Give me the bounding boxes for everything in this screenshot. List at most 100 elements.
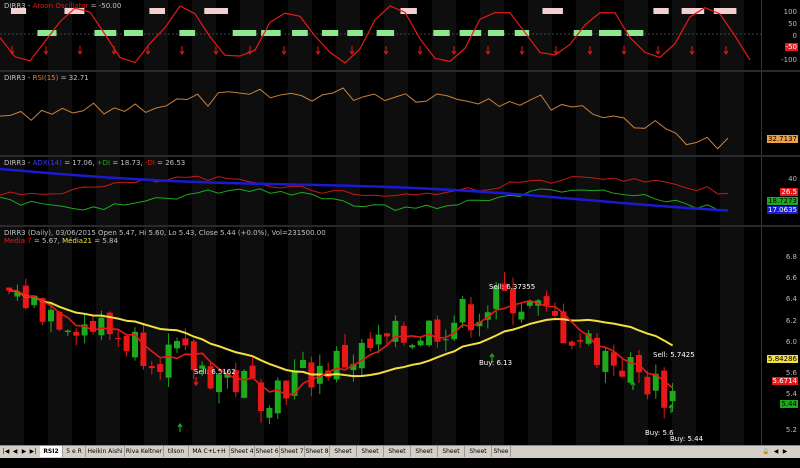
sheet-tab[interactable]: Sheet 11: [384, 446, 411, 466]
aroon-band-marker: [681, 8, 705, 14]
price-tick: 6.2: [785, 317, 797, 325]
next-sheet-icon[interactable]: ▶: [20, 447, 28, 456]
rsi-title-symbol: DIRR3 -: [4, 74, 33, 82]
candle-body: [543, 296, 550, 306]
candle-body: [459, 298, 466, 323]
aroon-title: DIRR3 - Aroon Oscillator = -50.00: [4, 2, 121, 10]
sheet-tab[interactable]: Sheet 6: [255, 446, 280, 457]
aroon-title-value: = -50.00: [88, 2, 122, 10]
aroon-title-indicator: Aroon Oscillator: [32, 2, 89, 10]
adx-tag-mdi: 26.5: [780, 188, 798, 196]
annotation-buy: Buy: 5.44: [670, 435, 704, 443]
scroll-left-icon[interactable]: ◀: [772, 447, 780, 456]
sell-arrow: [553, 46, 559, 55]
candle-body: [610, 352, 617, 366]
candle-body: [274, 380, 281, 414]
sheet-tab[interactable]: Sheet 4: [230, 446, 255, 457]
background-band: [528, 72, 552, 155]
sheet-tab[interactable]: 5 e R: [63, 446, 86, 457]
background-band: [0, 157, 24, 225]
sheet-tab[interactable]: Sheet 13: [357, 446, 384, 466]
price-pane[interactable]: DIRR3 (Daily), 03/06/2015 Open 5.47, Hi …: [0, 227, 800, 445]
sheet-tab[interactable]: Sheet 15: [438, 446, 465, 466]
sheet-tab[interactable]: Sheet 14: [411, 446, 438, 466]
sell-arrow: [281, 46, 287, 55]
candle-body: [157, 364, 164, 372]
candle-body: [568, 341, 575, 346]
adx-pane[interactable]: DIRR3 - ADX(14) = 17.06, +DI = 18.73, -D…: [0, 157, 800, 225]
background-band: [288, 157, 312, 225]
background-band: [0, 227, 24, 445]
candle-body: [140, 332, 147, 367]
aroon-band-marker: [542, 8, 563, 14]
candle-body: [384, 333, 390, 337]
background-band: [720, 227, 744, 445]
candle-body: [300, 359, 306, 369]
background-band: [432, 72, 456, 155]
sheet-tab[interactable]: Sheet 14: [465, 446, 492, 466]
adx-title-mdi: -DI: [144, 159, 155, 167]
background-band: [480, 227, 504, 445]
last-sheet-icon[interactable]: ▶|: [29, 447, 37, 456]
adx-title-pdi: +DI: [96, 159, 111, 167]
aroon-band-marker: [292, 30, 308, 36]
aroon-value-tag: -50: [784, 43, 798, 51]
aroon-band-marker: [487, 30, 505, 36]
price-title-ohlc: DIRR3 (Daily), 03/06/2015 Open 5.47, Hi …: [4, 229, 326, 237]
candle-body: [165, 344, 172, 378]
candle-body: [619, 370, 626, 377]
candle-body: [577, 340, 584, 342]
background-band: [144, 227, 168, 445]
sheet-tab[interactable]: MA C+L+H: [189, 446, 230, 457]
sheet-tab[interactable]: Riva Keltner: [125, 446, 164, 457]
sheet-tab[interactable]: Sheet 8: [305, 446, 330, 457]
background-band: [96, 157, 120, 225]
aroon-pane[interactable]: DIRR3 - Aroon Oscillator = -50.00 100 50…: [0, 0, 800, 70]
buy-arrow: [177, 422, 183, 432]
rsi-pane[interactable]: DIRR3 - RSI(15) = 32.71 32.7137: [0, 72, 800, 155]
candle-body: [375, 334, 382, 345]
aroon-band-marker: [653, 8, 669, 14]
candle-body: [669, 390, 676, 402]
candle-body: [602, 350, 609, 372]
annotation-sell: Sell: 6.37355: [489, 283, 536, 291]
candle-body: [241, 370, 248, 398]
background-band: [96, 72, 120, 155]
sheet-tab[interactable]: Shee: [492, 446, 511, 457]
aroon-band-marker: [376, 30, 395, 36]
adx-title-pdi-value: = 18.73,: [110, 159, 145, 167]
scroll-right-icon[interactable]: ▶: [781, 447, 789, 456]
sell-arrow: [655, 46, 661, 55]
sheet-tab[interactable]: Sheet 7: [280, 446, 305, 457]
adx-tick: 40: [788, 175, 797, 183]
rsi-title: DIRR3 - RSI(15) = 32.71: [4, 74, 89, 82]
first-sheet-icon[interactable]: |◀: [2, 447, 10, 456]
lock-icon[interactable]: 🔒: [762, 447, 770, 456]
candle-body: [123, 335, 130, 352]
price-axis: 6.8 6.6 6.4 6.2 6.0 5.84286 5.6 5.6714 5…: [761, 227, 800, 445]
candle-body: [644, 376, 651, 395]
sheet-tab[interactable]: tilson: [164, 446, 189, 457]
background-band: [48, 227, 72, 445]
candle-body: [266, 408, 273, 418]
candle-body: [342, 344, 348, 368]
sheet-tab[interactable]: RSI2: [40, 446, 63, 457]
annotation-sell: Sell: 6.5162: [194, 368, 236, 376]
sheet-tab[interactable]: Sheet 10: [330, 446, 357, 466]
candle-body: [367, 338, 374, 348]
adx-title-symbol: DIRR3 -: [4, 159, 33, 167]
ma7-value-tag: 5.6714: [771, 377, 798, 385]
sell-arrow: [179, 46, 185, 55]
sell-arrow: [417, 46, 423, 55]
background-band: [144, 72, 168, 155]
aroon-tick: 0: [792, 32, 797, 40]
price-tick: 6.0: [785, 338, 797, 346]
background-band: [0, 72, 24, 155]
price-tick: 6.8: [785, 253, 797, 261]
price-title: DIRR3 (Daily), 03/06/2015 Open 5.47, Hi …: [4, 229, 326, 237]
adx-chart: [0, 157, 744, 225]
price-tick: 6.4: [785, 295, 797, 303]
sheet-tab[interactable]: Heikin Aishi: [86, 446, 125, 457]
annotation-sell: Sell: 5.7425: [653, 351, 695, 359]
prev-sheet-icon[interactable]: ◀: [11, 447, 19, 456]
